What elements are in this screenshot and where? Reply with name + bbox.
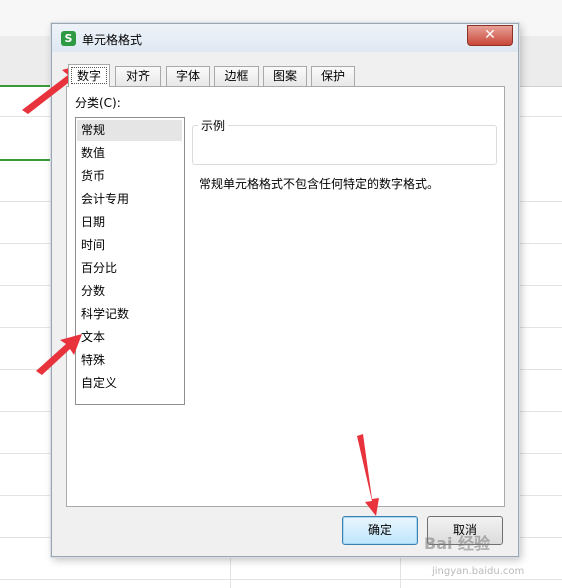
watermark-logo: Bai 经验 (424, 534, 491, 553)
arrow-to-ok-button (357, 434, 379, 516)
arrow-to-text-item (36, 334, 82, 375)
watermark-url: jingyan.baidu.com (432, 566, 525, 577)
tab-number[interactable]: 数字 (68, 64, 110, 87)
annotation-arrows (22, 64, 379, 516)
